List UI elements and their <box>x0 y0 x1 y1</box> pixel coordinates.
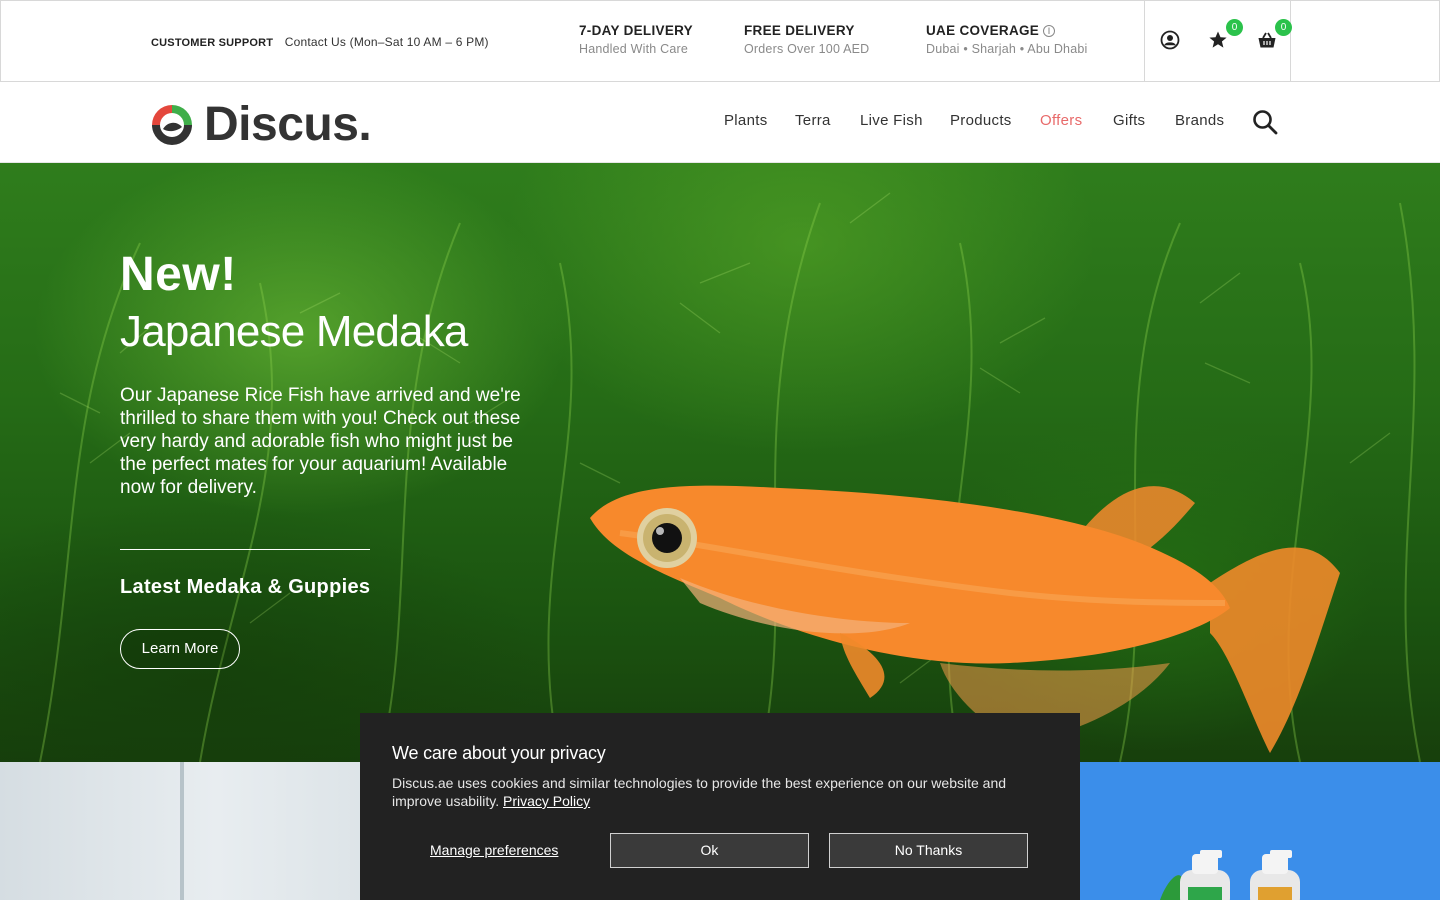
perk-coverage: UAE Coverage i Dubai • Sharjah • Abu Dhab… <box>926 23 1087 56</box>
hero-banner: New! Japanese Medaka Our Japanese Rice F… <box>0 163 1440 762</box>
tank-glass-edge <box>180 762 184 900</box>
perk-heading: Free Delivery <box>744 23 855 38</box>
category-tile-left[interactable] <box>0 762 360 900</box>
nav-terra[interactable]: Terra <box>795 112 831 129</box>
learn-more-button[interactable]: Learn More <box>120 628 240 669</box>
wishlist-count-badge: 0 <box>1226 19 1243 36</box>
cookie-actions: Manage preferences Ok No Thanks <box>360 833 1080 868</box>
medaka-fish-image <box>590 485 1340 753</box>
cookie-description: Discus.ae uses cookies and similar techn… <box>392 774 1042 810</box>
hero-subheading: Latest Medaka & Guppies <box>120 575 371 598</box>
cookie-no-thanks-button[interactable]: No Thanks <box>829 833 1028 868</box>
account-icons: 0 0 <box>1144 1 1292 83</box>
cookie-text: Discus.ae uses cookies and similar techn… <box>392 775 1007 809</box>
search-icon[interactable] <box>1252 109 1278 135</box>
cookie-consent-dialog: We care about your privacy Discus.ae use… <box>360 713 1080 900</box>
nav-live-fish[interactable]: Live Fish <box>860 112 923 129</box>
account-icon[interactable] <box>1158 28 1182 52</box>
hero-copy: New! Japanese Medaka Our Japanese Rice F… <box>120 251 540 669</box>
privacy-policy-link[interactable]: Privacy Policy <box>503 793 590 809</box>
support-label: Customer Support <box>151 37 274 49</box>
main-navbar: Discus. Plants Terra Live Fish Products … <box>0 82 1440 163</box>
perk-heading: 7-Day Delivery <box>579 23 693 38</box>
hero-eyebrow: New! <box>120 248 237 301</box>
hero-divider <box>120 548 370 550</box>
cart-icon[interactable]: 0 <box>1255 19 1292 52</box>
discus-logo[interactable]: Discus. <box>150 98 372 151</box>
perk-subtext: Handled With Care <box>579 42 689 56</box>
nav-brands[interactable]: Brands <box>1175 112 1224 129</box>
info-icon[interactable]: i <box>1043 25 1056 38</box>
cart-count-badge: 0 <box>1275 19 1292 36</box>
perk-subtext: Dubai • Sharjah • Abu Dhabi <box>926 42 1088 56</box>
perk-subtext: Orders Over 100 AED <box>744 42 870 56</box>
perk-free-delivery: Free Delivery Orders Over 100 AED <box>744 23 869 56</box>
brand-name: Discus. <box>204 98 372 151</box>
product-bottles-image <box>1160 850 1300 900</box>
wishlist-icon[interactable]: 0 <box>1206 19 1243 52</box>
nav-gifts[interactable]: Gifts <box>1113 112 1145 129</box>
hero-title: Japanese Medaka <box>120 307 468 356</box>
customer-support[interactable]: Customer Support Contact Us (Mon–Sat 10 … <box>151 35 489 49</box>
nav-offers[interactable]: Offers <box>1040 112 1082 129</box>
cookie-ok-button[interactable]: Ok <box>610 833 809 868</box>
discus-logo-mark <box>152 105 192 145</box>
cookie-title: We care about your privacy <box>392 743 606 763</box>
nav-plants[interactable]: Plants <box>724 112 768 129</box>
perk-delivery: 7-Day Delivery Handled With Care <box>579 23 693 56</box>
manage-preferences-link[interactable]: Manage preferences <box>430 842 558 858</box>
top-info-bar: Customer Support Contact Us (Mon–Sat 10 … <box>0 0 1440 83</box>
perk-heading-text: UAE Coverage <box>926 23 1040 38</box>
hero-description: Our Japanese Rice Fish have arrived and … <box>120 384 521 498</box>
category-tile-right[interactable] <box>1080 762 1440 900</box>
perk-heading: UAE Coverage i <box>926 23 1087 38</box>
support-contact-link[interactable]: Contact Us (Mon–Sat 10 AM – 6 PM) <box>285 35 489 49</box>
nav-products[interactable]: Products <box>950 112 1012 129</box>
